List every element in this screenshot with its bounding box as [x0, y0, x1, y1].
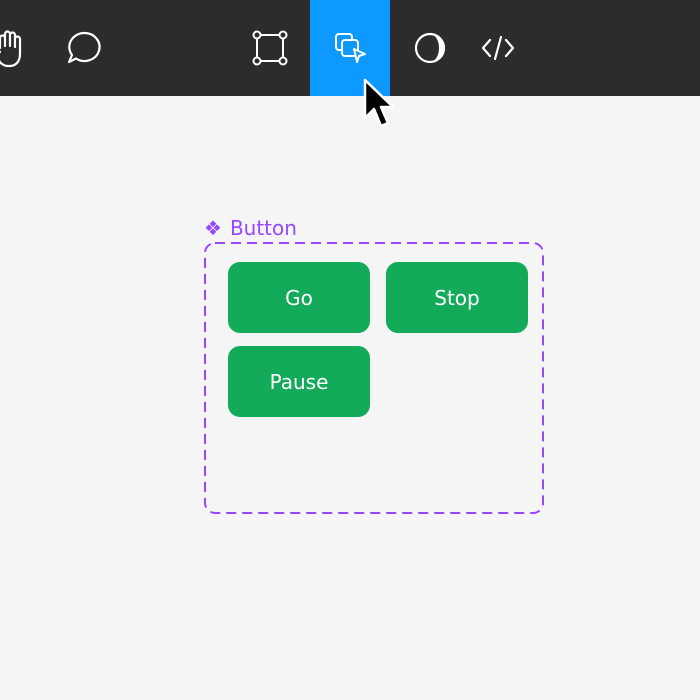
code-icon	[481, 35, 515, 61]
variant-pause-button[interactable]: Pause	[228, 346, 370, 417]
comment-tool-button[interactable]	[44, 0, 124, 96]
toolbar	[0, 0, 700, 96]
frame-tool-button[interactable]	[230, 0, 310, 96]
component-set-name: Button	[229, 216, 297, 240]
frame-icon	[252, 30, 288, 66]
hand-tool-button[interactable]	[0, 0, 50, 96]
component-set-label[interactable]: ❖ Button	[204, 214, 297, 242]
variant-go-button[interactable]: Go	[228, 262, 370, 333]
variant-stop-button[interactable]: Stop	[386, 262, 528, 333]
component-set-frame[interactable]: Go Stop Pause	[204, 242, 544, 514]
app-window: ❖ Button Go Stop Pause	[0, 0, 700, 700]
component-select-icon	[335, 33, 366, 63]
component-diamond-icon: ❖	[204, 216, 222, 240]
hand-icon	[0, 30, 22, 68]
component-select-tool-button[interactable]	[310, 0, 390, 96]
comment-icon	[67, 31, 101, 64]
contrast-icon	[414, 32, 446, 64]
code-tool-button[interactable]	[458, 0, 538, 96]
